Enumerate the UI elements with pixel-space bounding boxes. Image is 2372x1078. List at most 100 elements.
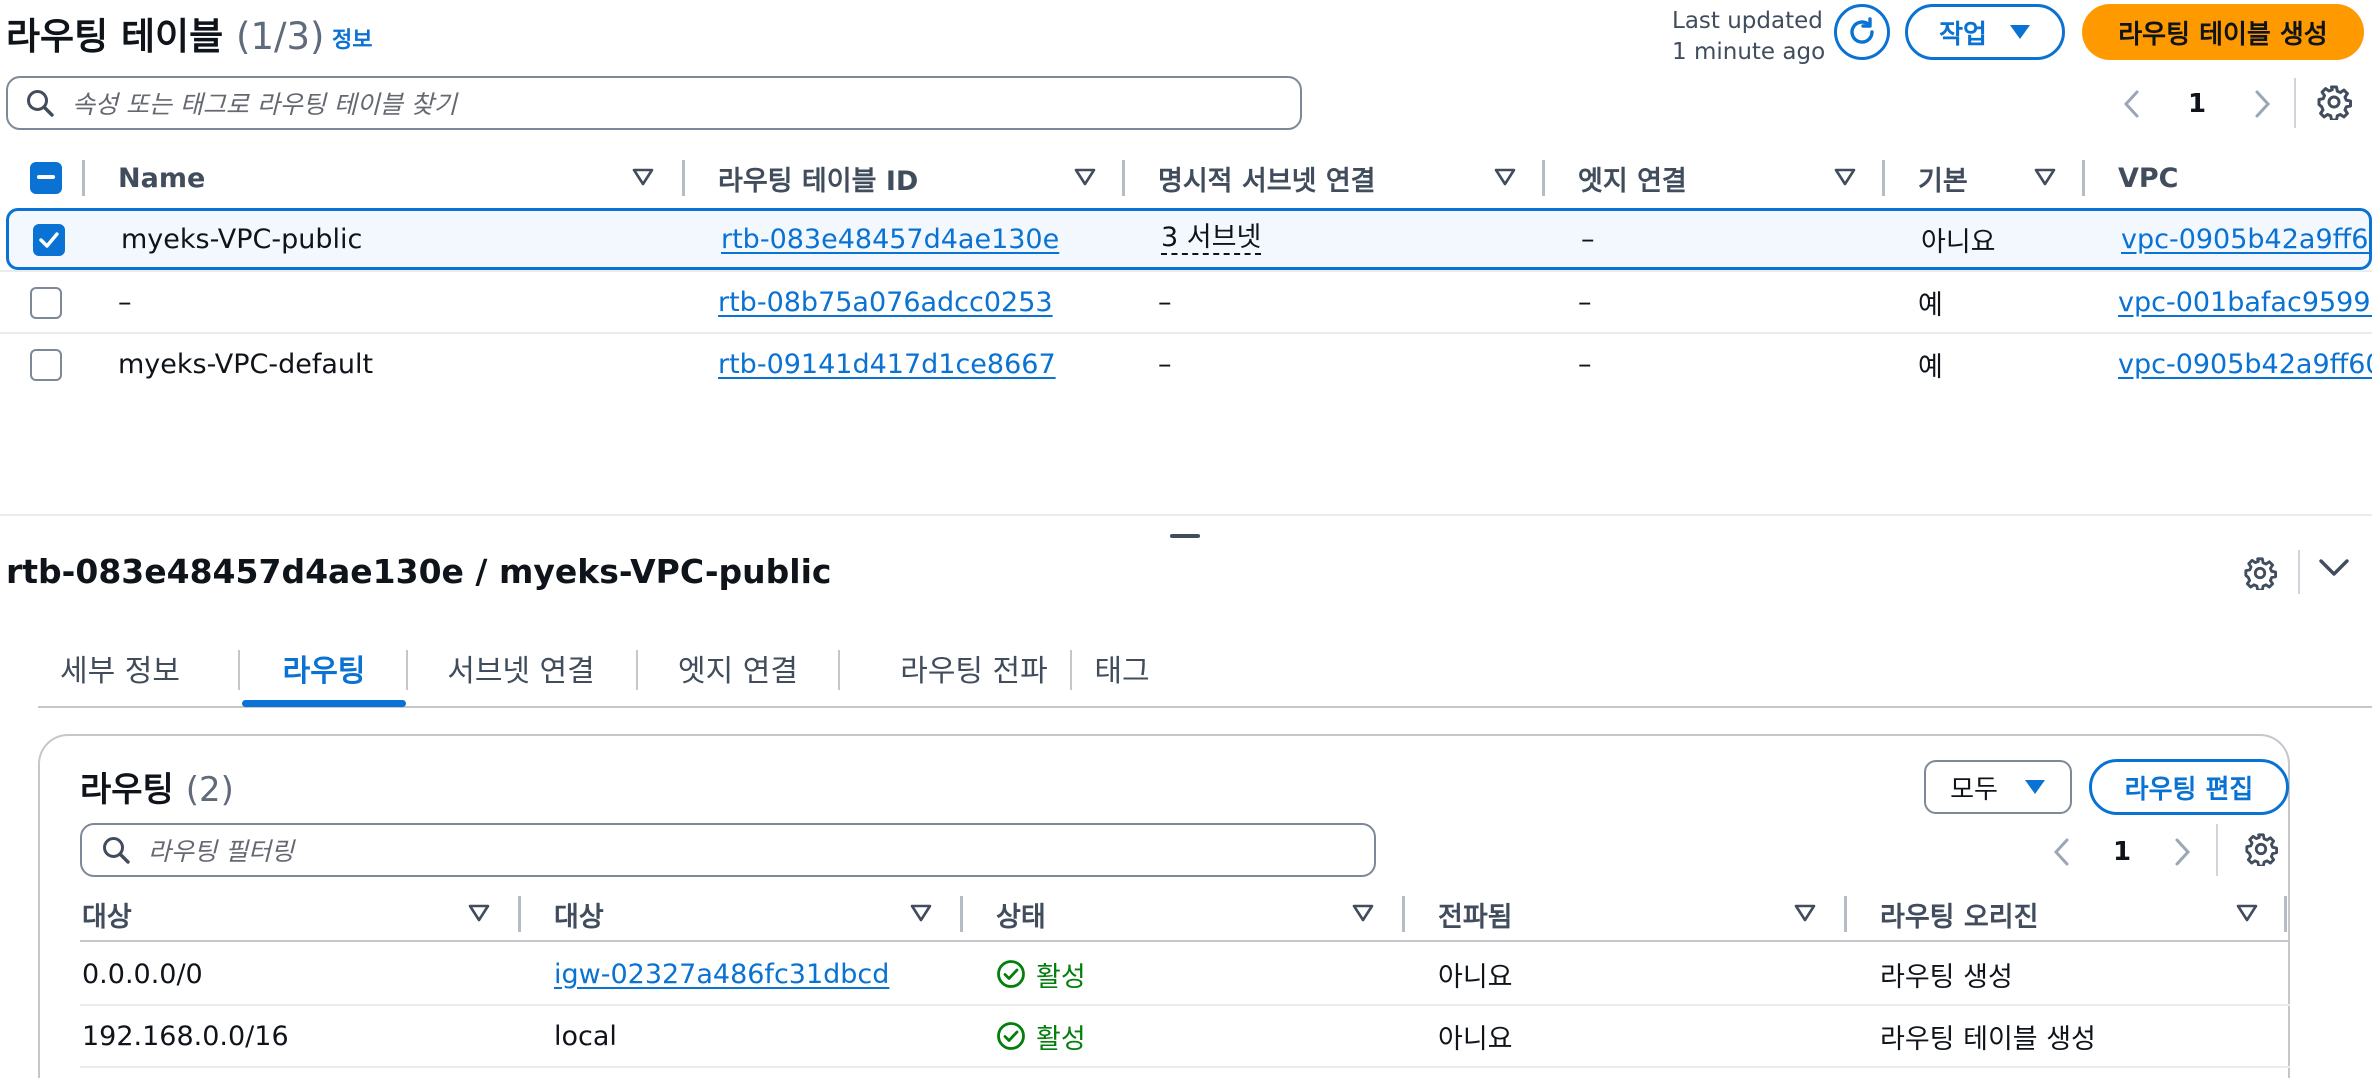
caret-down-icon bbox=[2024, 779, 2046, 795]
route-tables-panel: 라우팅 테이블 (1/3) 정보 Last updated 1 minute a… bbox=[0, 0, 2372, 516]
gear-icon[interactable] bbox=[2244, 832, 2278, 866]
route-target: local bbox=[554, 1020, 617, 1052]
table-row[interactable]: myeks-VPC-default rtb-09141d417d1ce8667 … bbox=[0, 332, 2372, 394]
route-table-id-link[interactable]: rtb-083e48457d4ae130e bbox=[721, 211, 1059, 267]
sort-icon[interactable] bbox=[1494, 168, 1516, 186]
check-icon bbox=[39, 232, 59, 248]
select-all-checkbox[interactable] bbox=[30, 162, 62, 194]
tab-edge-associations[interactable]: 엣지 연결 bbox=[638, 636, 838, 700]
caret-down-icon bbox=[2009, 24, 2031, 40]
column-header-destination[interactable]: 대상 bbox=[82, 886, 132, 942]
route-filter-placeholder: 라우팅 필터링 bbox=[148, 837, 294, 866]
status-success-icon bbox=[996, 1021, 1026, 1051]
column-divider bbox=[1122, 160, 1125, 196]
route-filter-input[interactable]: 라우팅 필터링 bbox=[80, 823, 1376, 877]
route-target-link[interactable]: igw-02327a486fc31dbcd bbox=[554, 944, 889, 1004]
tab-subnet-associations[interactable]: 서브넷 연결 bbox=[408, 636, 634, 700]
route-filter-value: 모두 bbox=[1950, 774, 1998, 805]
chevron-right-icon[interactable] bbox=[2254, 89, 2272, 119]
sort-icon[interactable] bbox=[1074, 168, 1096, 186]
create-route-table-button[interactable]: 라우팅 테이블 생성 bbox=[2082, 4, 2364, 60]
row-name: myeks-VPC-public bbox=[121, 223, 363, 255]
toolbar-divider bbox=[2298, 550, 2300, 594]
tab-details[interactable]: 세부 정보 bbox=[38, 636, 202, 700]
row-checkbox[interactable] bbox=[30, 287, 62, 319]
row-checkbox[interactable] bbox=[30, 349, 62, 381]
routes-table-header: 대상 대상 상태 전파됨 라우팅 오리진 bbox=[80, 886, 2290, 942]
toolbar-divider bbox=[2294, 78, 2296, 128]
column-header-edge[interactable]: 엣지 연결 bbox=[1578, 150, 1687, 206]
column-header-vpc[interactable]: VPC bbox=[2118, 150, 2179, 206]
route-table-search[interactable]: 속성 또는 태그로 라우팅 테이블 찾기 bbox=[6, 76, 1302, 130]
route-status-text: 활성 bbox=[1036, 1023, 1086, 1055]
status-success-icon bbox=[996, 959, 1026, 989]
toolbar-divider bbox=[2216, 824, 2218, 876]
sort-icon[interactable] bbox=[910, 904, 932, 922]
tab-divider bbox=[238, 650, 240, 690]
routes-count: (2) bbox=[185, 770, 234, 810]
column-header-propagated[interactable]: 전파됨 bbox=[1438, 886, 1513, 942]
row-checkbox[interactable] bbox=[33, 224, 65, 256]
info-link[interactable]: 정보 bbox=[332, 22, 372, 54]
column-header-status[interactable]: 상태 bbox=[996, 886, 1046, 942]
actions-button-label: 작업 bbox=[1939, 19, 1987, 50]
vpc-id-link[interactable]: vpc-001bafac95992 bbox=[2118, 272, 2372, 332]
route-table-id-link[interactable]: rtb-08b75a076adcc0253 bbox=[718, 272, 1053, 332]
row-name: – bbox=[118, 286, 132, 318]
last-updated: Last updated 1 minute ago bbox=[1672, 6, 1832, 68]
sort-icon[interactable] bbox=[1352, 904, 1374, 922]
sort-icon[interactable] bbox=[632, 168, 654, 186]
subnet-associations[interactable]: 3 서브넷 bbox=[1161, 223, 1262, 255]
pagination: 1 bbox=[2122, 84, 2272, 124]
edit-routes-button[interactable]: 라우팅 편집 bbox=[2089, 759, 2289, 815]
column-divider bbox=[960, 896, 963, 932]
row-edge: – bbox=[1578, 348, 1592, 380]
chevron-left-icon[interactable] bbox=[2052, 837, 2070, 867]
column-header-id[interactable]: 라우팅 테이블 ID bbox=[718, 150, 918, 206]
actions-button[interactable]: 작업 bbox=[1905, 4, 2065, 60]
vpc-id-link[interactable]: vpc-0905b42a9ff60 bbox=[2118, 334, 2372, 394]
chevron-down-icon[interactable] bbox=[2318, 558, 2350, 578]
sort-icon[interactable] bbox=[1834, 168, 1856, 186]
table-row[interactable]: myeks-VPC-public rtb-083e48457d4ae130e 3… bbox=[6, 208, 2372, 270]
column-header-subnets[interactable]: 명시적 서브넷 연결 bbox=[1158, 150, 1376, 206]
refresh-button[interactable] bbox=[1834, 4, 1890, 60]
sort-icon[interactable] bbox=[468, 904, 490, 922]
route-table-header: Name 라우팅 테이블 ID 명시적 서브넷 연결 엣지 연결 기본 VPC bbox=[0, 150, 2372, 206]
sort-icon[interactable] bbox=[2236, 904, 2258, 922]
route-filter-select[interactable]: 모두 bbox=[1924, 760, 2072, 814]
page-number[interactable]: 1 bbox=[2113, 837, 2131, 867]
detail-tabs: 세부 정보 라우팅 서브넷 연결 엣지 연결 라우팅 전파 태그 bbox=[38, 636, 2372, 708]
gear-icon[interactable] bbox=[2316, 84, 2352, 120]
table-row[interactable]: – rtb-08b75a076adcc0253 – – 예 vpc-001baf… bbox=[0, 270, 2372, 332]
tab-route-propagation[interactable]: 라우팅 전파 bbox=[840, 636, 1108, 700]
row-edge: – bbox=[1581, 223, 1595, 255]
tab-routes[interactable]: 라우팅 bbox=[242, 636, 406, 700]
split-panel-resize-handle[interactable] bbox=[1170, 534, 1200, 538]
column-divider bbox=[1882, 160, 1885, 196]
column-header-name[interactable]: Name bbox=[118, 150, 205, 206]
refresh-icon bbox=[1846, 16, 1878, 48]
vpc-id-link[interactable]: vpc-0905b42a9ff60 bbox=[2121, 211, 2372, 267]
column-header-target[interactable]: 대상 bbox=[554, 886, 604, 942]
sort-icon[interactable] bbox=[1794, 904, 1816, 922]
search-icon bbox=[102, 836, 130, 864]
sort-icon[interactable] bbox=[2034, 168, 2056, 186]
column-divider bbox=[1402, 896, 1405, 932]
search-icon bbox=[26, 89, 54, 117]
route-propagated: 아니요 bbox=[1438, 961, 1513, 993]
routes-title-text: 라우팅 bbox=[80, 770, 174, 810]
route-table-id-link[interactable]: rtb-09141d417d1ce8667 bbox=[718, 334, 1056, 394]
page-number[interactable]: 1 bbox=[2188, 89, 2206, 119]
route-origin: 라우팅 테이블 생성 bbox=[1880, 1023, 2096, 1055]
chevron-right-icon[interactable] bbox=[2174, 837, 2192, 867]
tab-tags[interactable]: 태그 bbox=[1072, 636, 1172, 700]
route-status: 활성 bbox=[996, 1006, 1086, 1066]
column-header-main[interactable]: 기본 bbox=[1918, 150, 1968, 206]
column-divider bbox=[1542, 160, 1545, 196]
route-destination: 192.168.0.0/16 bbox=[82, 1020, 289, 1052]
column-header-origin[interactable]: 라우팅 오리진 bbox=[1880, 886, 2038, 942]
indeterminate-icon bbox=[37, 175, 55, 181]
chevron-left-icon[interactable] bbox=[2122, 89, 2140, 119]
gear-icon[interactable] bbox=[2243, 556, 2277, 590]
